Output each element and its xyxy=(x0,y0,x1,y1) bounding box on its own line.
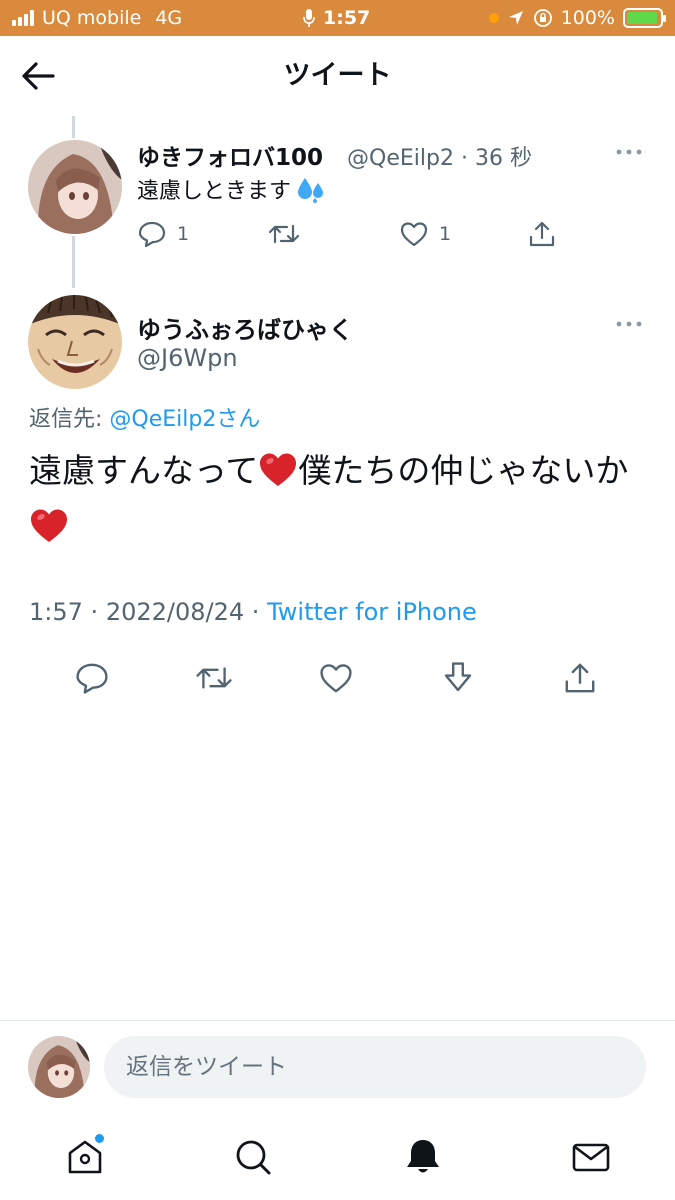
red-heart-icon xyxy=(31,509,67,542)
main-share-button[interactable] xyxy=(558,656,602,700)
replying-to: 返信先: @QeEilp2さん xyxy=(29,401,260,433)
recording-dot-icon xyxy=(488,13,499,23)
main-text-part1: 遠慮すんなって xyxy=(29,451,259,490)
tab-home[interactable] xyxy=(60,1132,110,1182)
replying-to-suffix: さん xyxy=(216,407,261,432)
tweet-date: 2022/08/24 xyxy=(105,598,245,626)
retweet-icon xyxy=(196,667,232,689)
bell-icon xyxy=(407,1140,439,1173)
network-label: 4G xyxy=(155,7,183,29)
tab-bar xyxy=(0,1116,675,1200)
header: ツイート xyxy=(0,36,675,116)
main-tweet-text: 遠慮すんなって 僕たちの仲じゃないか xyxy=(29,443,649,555)
parent-reply-count: 1 xyxy=(177,223,190,245)
parent-time: 36 秒 xyxy=(474,146,532,171)
reply-input[interactable] xyxy=(104,1036,646,1098)
status-time: 1:57 xyxy=(323,7,371,29)
tab-messages[interactable] xyxy=(566,1132,616,1182)
heart-outline-icon xyxy=(320,664,352,693)
retweet-icon xyxy=(268,224,300,244)
heart-outline-icon xyxy=(400,222,428,247)
reply-bar-divider xyxy=(0,1020,675,1021)
more-dots-icon xyxy=(616,149,642,155)
battery-percent: 100% xyxy=(560,7,615,29)
main-avatar[interactable] xyxy=(28,295,122,389)
mail-icon xyxy=(572,1143,610,1172)
more-dots-icon xyxy=(616,321,642,327)
share-icon xyxy=(529,221,555,247)
parent-like-button[interactable]: 1 xyxy=(399,214,451,254)
main-text-part2: 僕たちの仲じゃないか xyxy=(298,451,629,490)
main-like-button[interactable] xyxy=(314,656,358,700)
status-right: 100% xyxy=(488,6,666,30)
status-left: UQ mobile 4G xyxy=(12,6,182,30)
meta-dot: · xyxy=(251,598,260,626)
tweet-time: 1:57 xyxy=(29,598,83,626)
status-center: 1:57 xyxy=(303,6,370,30)
sweat-droplets-icon xyxy=(298,178,324,203)
parent-tweet-text: 遠慮しときます xyxy=(137,173,327,205)
main-display-name[interactable]: ゆうふぉろばひゃく xyxy=(137,310,353,345)
tweet-source[interactable]: Twitter for iPhone xyxy=(267,598,477,626)
microphone-icon xyxy=(303,9,315,27)
parent-share-button[interactable] xyxy=(527,214,557,254)
home-notification-dot xyxy=(95,1134,104,1143)
main-more-button[interactable] xyxy=(614,312,644,336)
share-icon xyxy=(565,663,595,693)
orientation-lock-icon xyxy=(533,9,552,27)
parent-handle-line: @QeEilp2 · 36 秒 xyxy=(347,140,532,172)
status-bar: UQ mobile 4G 1:57 100% xyxy=(0,0,675,36)
main-retweet-button[interactable] xyxy=(192,656,236,700)
download-arrow-icon xyxy=(444,662,472,692)
location-arrow-icon xyxy=(508,11,523,25)
battery-icon xyxy=(623,8,666,28)
parent-more-button[interactable] xyxy=(614,140,644,164)
thread-line-bottom xyxy=(72,236,75,288)
carrier-label: UQ mobile xyxy=(42,7,142,29)
reply-bubble-icon xyxy=(76,663,108,694)
parent-avatar[interactable] xyxy=(28,140,122,234)
tab-notifications[interactable] xyxy=(398,1132,448,1182)
page-title: ツイート xyxy=(283,60,392,91)
main-bookmark-download-button[interactable] xyxy=(436,656,480,700)
home-icon xyxy=(68,1140,102,1174)
parent-handle[interactable]: @QeEilp2 xyxy=(347,146,454,171)
reply-bubble-icon xyxy=(138,221,166,248)
parent-actions: 1 1 xyxy=(137,214,587,254)
main-actions xyxy=(0,656,675,700)
parent-reply-button[interactable]: 1 xyxy=(137,214,189,254)
main-handle[interactable]: @J6Wpn xyxy=(137,344,238,372)
search-icon xyxy=(236,1140,271,1175)
replying-to-label: 返信先: xyxy=(29,407,103,432)
tweet-meta: 1:57 · 2022/08/24 · Twitter for iPhone xyxy=(29,598,477,626)
signal-icon xyxy=(12,10,34,26)
main-reply-button[interactable] xyxy=(70,656,114,700)
tab-search[interactable] xyxy=(228,1132,278,1182)
thread-line-top xyxy=(72,116,75,138)
parent-display-name[interactable]: ゆきフォロバ100 xyxy=(137,138,323,172)
parent-like-count: 1 xyxy=(439,223,452,245)
parent-retweet-button[interactable] xyxy=(267,214,301,254)
red-heart-icon xyxy=(260,453,297,486)
meta-dot: · xyxy=(90,598,99,626)
parent-text: 遠慮しときます xyxy=(137,179,292,204)
replying-to-mention[interactable]: @QeEilp2さん xyxy=(109,407,260,432)
parent-separator: · xyxy=(460,146,468,171)
reply-user-avatar[interactable] xyxy=(28,1036,90,1098)
